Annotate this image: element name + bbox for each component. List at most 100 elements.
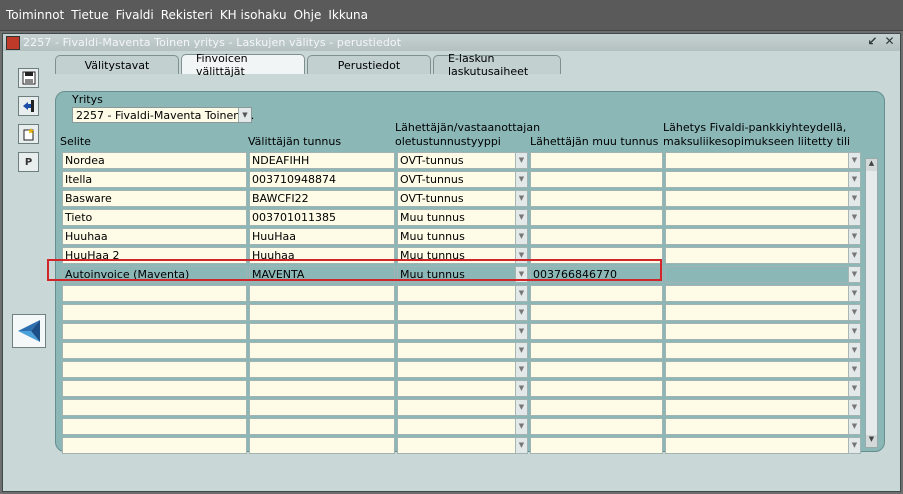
p-button[interactable]: P	[18, 152, 39, 172]
chevron-down-icon[interactable]: ▼	[848, 324, 860, 339]
tyyppi-cell[interactable]: OVT-tunnus ▼	[397, 152, 528, 169]
chevron-down-icon[interactable]: ▼	[848, 362, 860, 377]
muu-tunnus-cell[interactable]	[530, 418, 663, 435]
chevron-down-icon[interactable]: ▼	[848, 419, 860, 434]
tyyppi-cell[interactable]: ▼	[397, 399, 528, 416]
chevron-down-icon[interactable]: ▼	[515, 305, 527, 320]
muu-tunnus-cell[interactable]	[530, 380, 663, 397]
tyyppi-cell[interactable]: ▼	[397, 361, 528, 378]
chevron-down-icon[interactable]: ▼	[515, 400, 527, 415]
tyyppi-cell[interactable]: ▼	[397, 342, 528, 359]
scroll-down-icon[interactable]: ▼	[866, 435, 877, 447]
selite-cell[interactable]: Basware	[62, 190, 247, 207]
tili-cell[interactable]: ▼	[665, 228, 861, 245]
tunnus-cell[interactable]	[249, 418, 395, 435]
tunnus-cell[interactable]	[249, 285, 395, 302]
selite-cell[interactable]	[62, 285, 247, 302]
selite-cell[interactable]	[62, 418, 247, 435]
muu-tunnus-cell[interactable]	[530, 304, 663, 321]
minimize-icon[interactable]: ↙	[866, 35, 879, 48]
menu-rekisteri[interactable]: Rekisteri	[161, 8, 213, 22]
selite-cell[interactable]	[62, 304, 247, 321]
menu-ikkuna[interactable]: Ikkuna	[328, 8, 368, 22]
chevron-down-icon[interactable]: ▼	[848, 172, 860, 187]
scroll-thumb[interactable]	[866, 173, 877, 433]
tunnus-cell[interactable]: 003710948874	[249, 171, 395, 188]
exit-button[interactable]	[18, 96, 39, 116]
chevron-down-icon[interactable]: ▼	[848, 381, 860, 396]
tunnus-cell[interactable]: BAWCFI22	[249, 190, 395, 207]
chevron-down-icon[interactable]: ▼	[515, 210, 527, 225]
tili-cell[interactable]: ▼	[665, 342, 861, 359]
tab-perustiedot[interactable]: Perustiedot	[307, 55, 431, 74]
chevron-down-icon[interactable]: ▼	[238, 108, 251, 122]
tili-cell[interactable]: ▼	[665, 380, 861, 397]
tili-cell[interactable]: ▼	[665, 323, 861, 340]
muu-tunnus-cell[interactable]	[530, 228, 663, 245]
tunnus-cell[interactable]: 003701011385	[249, 209, 395, 226]
tili-cell[interactable]: ▼	[665, 361, 861, 378]
menu-fivaldi[interactable]: Fivaldi	[116, 8, 154, 22]
muu-tunnus-cell[interactable]	[530, 437, 663, 454]
tyyppi-cell[interactable]: ▼	[397, 380, 528, 397]
chevron-down-icon[interactable]: ▼	[848, 305, 860, 320]
chevron-down-icon[interactable]: ▼	[515, 229, 527, 244]
tunnus-cell[interactable]	[249, 437, 395, 454]
tab-valitystavat[interactable]: Välitystavat	[55, 55, 179, 74]
muu-tunnus-cell[interactable]	[530, 152, 663, 169]
tyyppi-cell[interactable]: OVT-tunnus ▼	[397, 190, 528, 207]
selite-cell[interactable]: Tieto	[62, 209, 247, 226]
muu-tunnus-cell[interactable]	[530, 171, 663, 188]
tili-cell[interactable]: ▼	[665, 209, 861, 226]
tili-cell[interactable]: ▼	[665, 418, 861, 435]
tyyppi-cell[interactable]: ▼	[397, 418, 528, 435]
chevron-down-icon[interactable]: ▼	[515, 153, 527, 168]
save-button[interactable]	[18, 68, 39, 88]
chevron-down-icon[interactable]: ▼	[848, 438, 860, 453]
tili-cell[interactable]: ▼	[665, 399, 861, 416]
chevron-down-icon[interactable]: ▼	[848, 267, 860, 282]
chevron-down-icon[interactable]: ▼	[848, 210, 860, 225]
chevron-down-icon[interactable]: ▼	[848, 191, 860, 206]
tunnus-cell[interactable]	[249, 380, 395, 397]
chevron-down-icon[interactable]: ▼	[515, 343, 527, 358]
muu-tunnus-cell[interactable]	[530, 323, 663, 340]
selite-cell[interactable]	[62, 323, 247, 340]
tyyppi-cell[interactable]: ▼	[397, 323, 528, 340]
tili-cell[interactable]: ▼	[665, 437, 861, 454]
selite-cell[interactable]	[62, 342, 247, 359]
chevron-down-icon[interactable]: ▼	[515, 286, 527, 301]
selite-cell[interactable]: Nordea	[62, 152, 247, 169]
menu-ohje[interactable]: Ohje	[294, 8, 322, 22]
tunnus-cell[interactable]: NDEAFIHH	[249, 152, 395, 169]
company-select[interactable]: 2257 - Fivaldi-Maventa Toinen ... ▼	[72, 107, 254, 123]
tyyppi-cell[interactable]: Muu tunnus ▼	[397, 209, 528, 226]
chevron-down-icon[interactable]: ▼	[515, 324, 527, 339]
muu-tunnus-cell[interactable]	[530, 399, 663, 416]
close-icon[interactable]: ✕	[883, 35, 896, 48]
vertical-scrollbar[interactable]: ▲ ▼	[865, 158, 878, 448]
selite-cell[interactable]	[62, 437, 247, 454]
tyyppi-cell[interactable]: ▼	[397, 285, 528, 302]
tab-e-laskun-laskutusaiheet[interactable]: E-laskun laskutusaiheet	[433, 52, 561, 78]
tili-cell[interactable]: ▼	[665, 171, 861, 188]
selite-cell[interactable]	[62, 399, 247, 416]
muu-tunnus-cell[interactable]	[530, 190, 663, 207]
tili-cell[interactable]: ▼	[665, 285, 861, 302]
tyyppi-cell[interactable]: ▼	[397, 304, 528, 321]
tili-cell[interactable]: ▼	[665, 152, 861, 169]
selite-cell[interactable]: Itella	[62, 171, 247, 188]
new-record-button[interactable]	[18, 124, 39, 144]
menu-toiminnot[interactable]: Toiminnot	[6, 8, 64, 22]
chevron-down-icon[interactable]: ▼	[848, 400, 860, 415]
chevron-down-icon[interactable]: ▼	[515, 438, 527, 453]
tyyppi-cell[interactable]: ▼	[397, 437, 528, 454]
chevron-down-icon[interactable]: ▼	[848, 229, 860, 244]
chevron-down-icon[interactable]: ▼	[515, 172, 527, 187]
selite-cell[interactable]	[62, 361, 247, 378]
tunnus-cell[interactable]	[249, 323, 395, 340]
chevron-down-icon[interactable]: ▼	[515, 419, 527, 434]
tunnus-cell[interactable]	[249, 342, 395, 359]
muu-tunnus-cell[interactable]	[530, 361, 663, 378]
tyyppi-cell[interactable]: OVT-tunnus ▼	[397, 171, 528, 188]
